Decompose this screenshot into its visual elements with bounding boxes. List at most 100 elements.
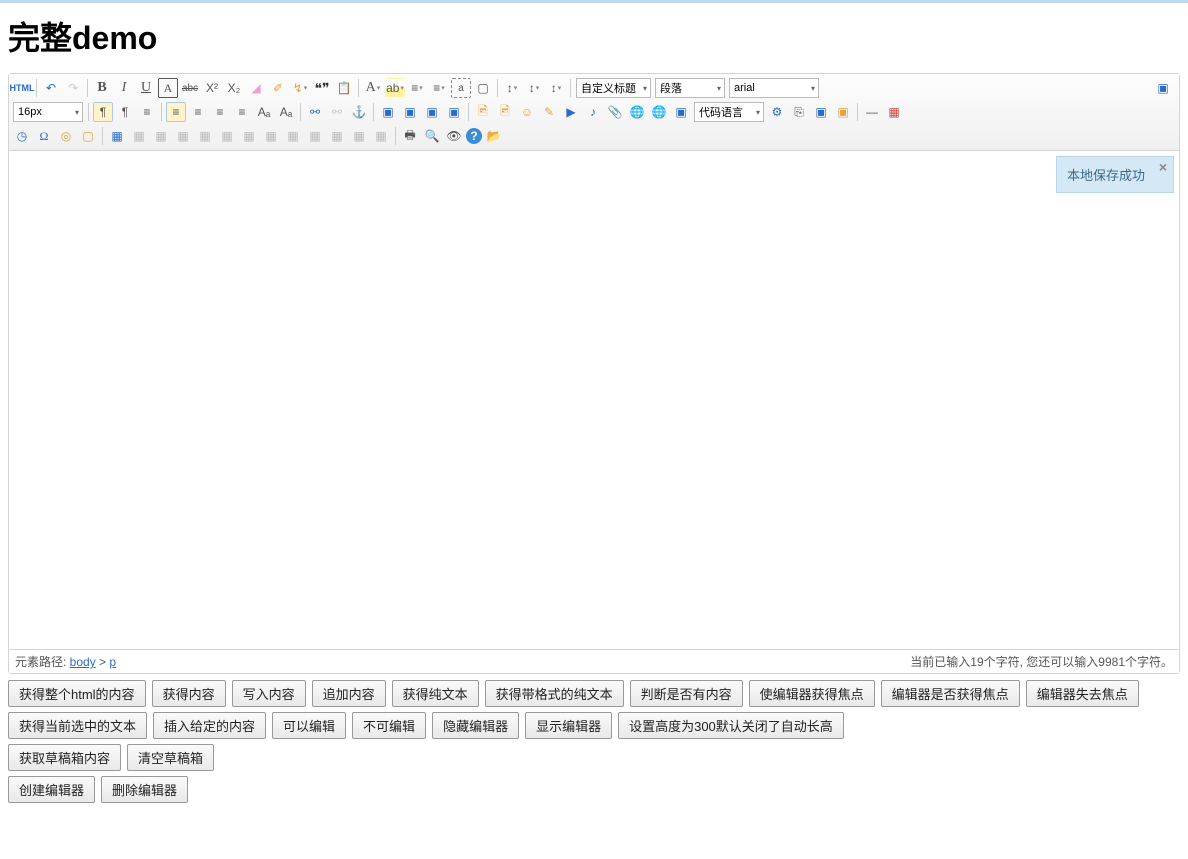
emotion-icon[interactable]: ☺ [517, 102, 537, 122]
help-icon[interactable]: ? [466, 128, 482, 144]
fontfamily-select[interactable]: arial [729, 78, 819, 98]
music-icon[interactable]: ♪ [583, 102, 603, 122]
map-icon[interactable]: 🌐 [627, 102, 647, 122]
time-icon[interactable]: ◷ [12, 126, 32, 146]
demo-button[interactable]: 隐藏编辑器 [432, 712, 519, 739]
demo-button[interactable]: 插入给定的内容 [153, 712, 266, 739]
subscript-icon[interactable]: X₂ [224, 78, 244, 98]
blank-icon[interactable]: ▢ [78, 126, 98, 146]
demo-button[interactable]: 获得内容 [152, 680, 226, 707]
codelang-select[interactable]: 代码语言 [694, 102, 764, 122]
justify-right-icon[interactable]: ≡ [210, 102, 230, 122]
demo-button[interactable]: 删除编辑器 [101, 776, 188, 803]
mergecell-icon[interactable]: ▦ [239, 126, 259, 146]
touppercase-icon[interactable]: Aₐ [254, 102, 274, 122]
inserttable-icon[interactable]: ▦ [107, 126, 127, 146]
autotype-icon[interactable]: ↯▾ [290, 78, 310, 98]
blockquote-icon[interactable]: ❝❞ [312, 78, 332, 98]
unlink-icon[interactable]: ⚯ [327, 102, 347, 122]
image-center-icon[interactable]: ▣ [422, 102, 442, 122]
selectall-icon[interactable]: a [451, 78, 471, 98]
demo-button[interactable]: 显示编辑器 [525, 712, 612, 739]
charts-icon[interactable]: ▦ [371, 126, 391, 146]
insertframe-icon[interactable]: ▣ [671, 102, 691, 122]
link-icon[interactable]: ⚯ [305, 102, 325, 122]
undo-icon[interactable]: ↶ [41, 78, 61, 98]
tolowercase-icon[interactable]: Aₐ [276, 102, 296, 122]
italic-icon[interactable]: I [114, 78, 134, 98]
wordbreak-icon[interactable]: ◎ [56, 126, 76, 146]
custom-heading-select[interactable]: 自定义标题 [576, 78, 651, 98]
editor-body[interactable]: 本地保存成功 × [9, 151, 1179, 649]
fontsize-select[interactable]: 16px [13, 102, 83, 122]
demo-button[interactable]: 编辑器是否获得焦点 [881, 680, 1020, 707]
splitcols-icon[interactable]: ▦ [349, 126, 369, 146]
gmap-icon[interactable]: 🌐 [649, 102, 669, 122]
demo-button[interactable]: 获得整个html的内容 [8, 680, 146, 707]
image-none-icon[interactable]: ▣ [444, 102, 464, 122]
insertcol-icon[interactable]: ▦ [195, 126, 215, 146]
insertimage-icon[interactable]: 🖻 [495, 102, 515, 122]
demo-button[interactable]: 清空草稿箱 [127, 744, 214, 771]
date-icon[interactable]: ▦ [884, 102, 904, 122]
demo-button[interactable]: 设置高度为300默认关闭了自动长高 [618, 712, 844, 739]
demo-button[interactable]: 使编辑器获得焦点 [749, 680, 875, 707]
drafts-icon[interactable]: 📂 [484, 126, 504, 146]
demo-button[interactable]: 获得带格式的纯文本 [485, 680, 624, 707]
justify-full-icon[interactable]: ≡ [232, 102, 252, 122]
demo-button[interactable]: 获得纯文本 [392, 680, 479, 707]
path-body-link[interactable]: body [70, 655, 96, 669]
eraser-icon[interactable]: ◢ [246, 78, 266, 98]
fontborder-icon[interactable]: A [158, 78, 178, 98]
template-icon[interactable]: ▣ [811, 102, 831, 122]
deletecol-icon[interactable]: ▦ [217, 126, 237, 146]
image-right-icon[interactable]: ▣ [400, 102, 420, 122]
brush-icon[interactable]: ✐ [268, 78, 288, 98]
unordered-list-icon[interactable]: ≡▾ [429, 78, 449, 98]
indent-icon[interactable]: ≡ [137, 102, 157, 122]
demo-button[interactable]: 创建编辑器 [8, 776, 95, 803]
splitcells-icon[interactable]: ▦ [305, 126, 325, 146]
hr-icon[interactable]: — [862, 102, 882, 122]
pasteplain-icon[interactable]: 📋 [334, 78, 354, 98]
forecolor-icon[interactable]: A▾ [363, 78, 383, 98]
justify-center-icon[interactable]: ≡ [188, 102, 208, 122]
justify-left-icon[interactable]: ≡ [166, 102, 186, 122]
paragraph-select[interactable]: 段落 [655, 78, 725, 98]
image-left-icon[interactable]: ▣ [378, 102, 398, 122]
demo-button[interactable]: 判断是否有内容 [630, 680, 743, 707]
ordered-list-icon[interactable]: ≡▾ [407, 78, 427, 98]
mergedown-icon[interactable]: ▦ [283, 126, 303, 146]
demo-button[interactable]: 获取草稿箱内容 [8, 744, 121, 771]
source-icon[interactable]: HTML [12, 78, 32, 98]
splitrows-icon[interactable]: ▦ [327, 126, 347, 146]
strike-icon[interactable]: abc [180, 78, 200, 98]
underline-icon[interactable]: U [136, 78, 156, 98]
backcolor-icon[interactable]: ab▾ [385, 78, 405, 98]
deletetable-icon[interactable]: ▦ [129, 126, 149, 146]
print-icon[interactable]: 🖶 [400, 126, 420, 146]
path-p-link[interactable]: p [109, 655, 116, 669]
background-icon[interactable]: ▣ [833, 102, 853, 122]
anchor-icon[interactable]: ⚓ [349, 102, 369, 122]
spechars-icon[interactable]: Ω [34, 126, 54, 146]
rowspacing-top-icon[interactable]: ↕▾ [502, 78, 522, 98]
lineheight-icon[interactable]: ↕▾ [546, 78, 566, 98]
preview-icon[interactable]: 🔍 [422, 126, 442, 146]
demo-button[interactable]: 编辑器失去焦点 [1026, 680, 1139, 707]
deleterow-icon[interactable]: ▦ [173, 126, 193, 146]
pagebreak-icon[interactable]: ⎘ [789, 102, 809, 122]
demo-button[interactable]: 可以编辑 [272, 712, 346, 739]
mergeright-icon[interactable]: ▦ [261, 126, 281, 146]
webapp-icon[interactable]: ⚙ [767, 102, 787, 122]
demo-button[interactable]: 不可编辑 [352, 712, 426, 739]
direction-rtl-icon[interactable]: ¶ [115, 102, 135, 122]
close-icon[interactable]: × [1159, 159, 1167, 175]
direction-ltr-icon[interactable]: ¶ [93, 102, 113, 122]
scrawl-icon[interactable]: ✎ [539, 102, 559, 122]
demo-button[interactable]: 获得当前选中的文本 [8, 712, 147, 739]
simpleupload-icon[interactable]: 🖻 [473, 102, 493, 122]
superscript-icon[interactable]: X² [202, 78, 222, 98]
insertrow-icon[interactable]: ▦ [151, 126, 171, 146]
demo-button[interactable]: 写入内容 [232, 680, 306, 707]
